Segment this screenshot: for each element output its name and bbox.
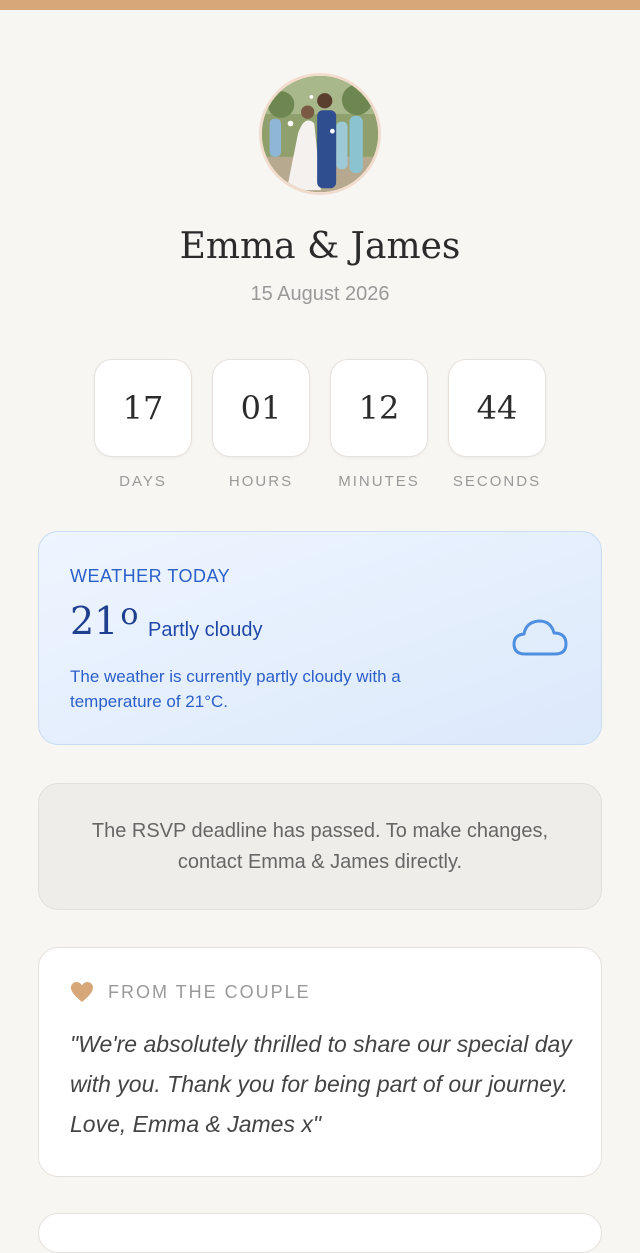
top-accent-bar — [0, 0, 640, 10]
countdown-days-box: 17 — [94, 359, 192, 457]
couple-photo-avatar — [259, 73, 381, 195]
weather-temperature-value: 21 — [70, 599, 119, 643]
from-the-couple-card: FROM THE COUPLE "We're absolutely thrill… — [38, 947, 602, 1177]
next-card-peek — [38, 1213, 602, 1253]
countdown-hours-box: 01 — [212, 359, 310, 457]
countdown-seconds-box: 44 — [448, 359, 546, 457]
weather-degree-symbol: o — [120, 597, 139, 632]
countdown-minutes-box: 12 — [330, 359, 428, 457]
couple-note-heading: FROM THE COUPLE — [108, 982, 311, 1002]
countdown-minutes-label: MINUTES — [338, 473, 420, 490]
cloud-icon — [512, 619, 568, 656]
couple-names-title: Emma & James — [179, 226, 461, 267]
rsvp-message: The RSVP deadline has passed. To make ch… — [91, 819, 549, 873]
weather-description: The weather is currently partly cloudy w… — [70, 667, 401, 711]
countdown-seconds-label: SECONDS — [452, 473, 542, 490]
weather-temperature: 21o — [70, 597, 139, 644]
rsvp-deadline-notice: The RSVP deadline has passed. To make ch… — [38, 783, 602, 910]
couple-note-message: "We're absolutely thrilled to share our … — [70, 1031, 572, 1137]
heart-icon — [71, 982, 93, 1002]
couple-photo — [262, 76, 378, 192]
countdown-hours-label: HOURS — [228, 473, 294, 490]
wedding-date: 15 August 2026 — [250, 283, 390, 305]
weather-title: WEATHER TODAY — [70, 566, 231, 586]
weather-card: WEATHER TODAY 21o Partly cloudy The weat… — [38, 531, 602, 745]
countdown-days-label: DAYS — [119, 473, 167, 490]
weather-condition: Partly cloudy — [148, 619, 263, 641]
